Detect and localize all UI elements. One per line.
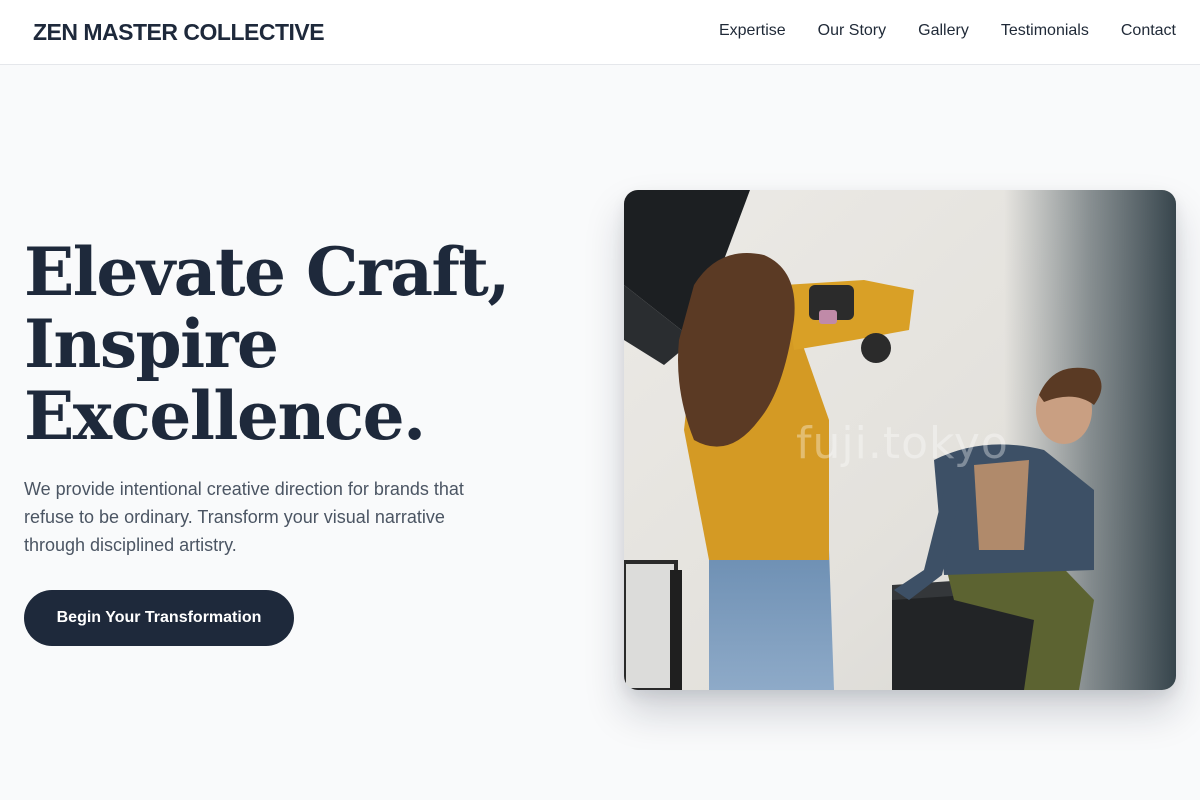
- photo-illustration: [624, 190, 1176, 690]
- hero-title-line-2: Inspire: [24, 305, 279, 383]
- hero-title-line-1: Elevate Craft,: [24, 233, 510, 311]
- begin-transformation-button[interactable]: Begin Your Transformation: [24, 590, 294, 646]
- nav-link-our-story[interactable]: Our Story: [818, 20, 886, 42]
- hero-subtitle: We provide intentional creative directio…: [24, 479, 464, 555]
- hero-title-line-3: Excellence.: [24, 377, 426, 455]
- site-header: ZEN MASTER COLLECTIVE Expertise Our Stor…: [0, 0, 1200, 65]
- nav-link-contact[interactable]: Contact: [1121, 20, 1176, 42]
- brand-logo[interactable]: ZEN MASTER COLLECTIVE: [33, 18, 325, 46]
- nav-link-testimonials[interactable]: Testimonials: [1001, 20, 1089, 42]
- nav-link-gallery[interactable]: Gallery: [918, 20, 969, 42]
- landing-page: ZEN MASTER COLLECTIVE Expertise Our Stor…: [0, 0, 1200, 800]
- hero-image: fuji.tokyo: [624, 190, 1176, 690]
- hero-title: Elevate Craft, Inspire Excellence.: [24, 236, 564, 452]
- main-nav: Expertise Our Story Gallery Testimonials…: [719, 20, 1176, 42]
- nav-link-expertise[interactable]: Expertise: [719, 20, 786, 42]
